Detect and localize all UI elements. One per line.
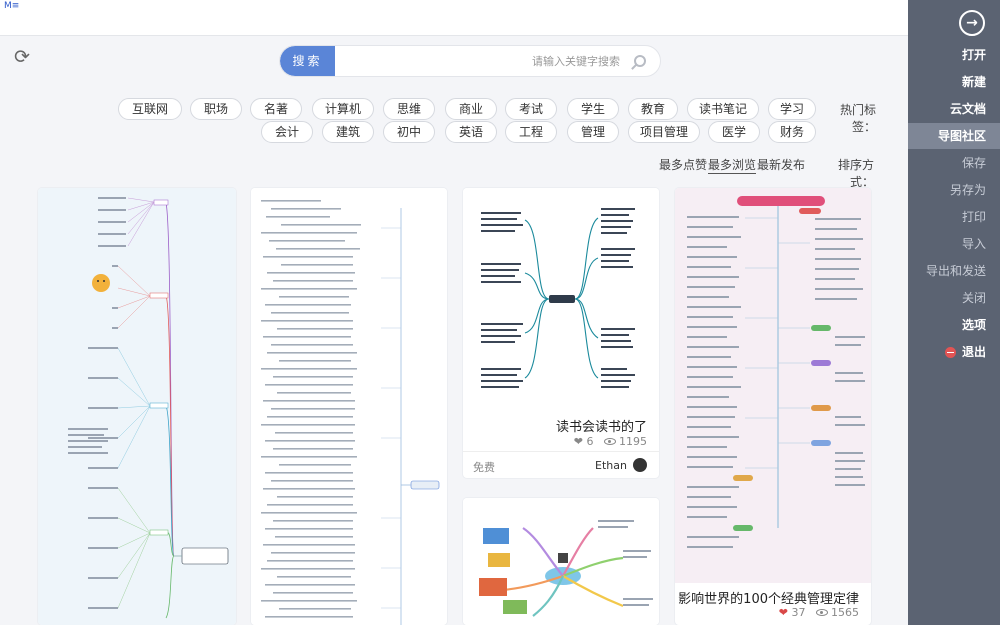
mindmap-thumbnail — [251, 188, 447, 625]
tag-management[interactable]: 管理 — [567, 121, 619, 143]
tag-education[interactable]: 教育 — [628, 98, 678, 120]
map-card[interactable] — [38, 188, 236, 625]
tag-finance[interactable]: 财务 — [768, 121, 816, 143]
sidebar: → 打开 新建 云文档 导图社区 保存 另存为 打印 导入 导出和发送 关闭 选… — [908, 0, 1000, 625]
sort-newest[interactable]: 最新发布 — [757, 156, 805, 173]
mindmap-thumbnail — [463, 498, 659, 625]
eye-icon — [815, 609, 828, 616]
search-button[interactable]: 搜索 — [280, 46, 335, 76]
sidebar-item-print[interactable]: 打印 — [962, 206, 986, 228]
heart-icon[interactable]: ❤ — [779, 606, 788, 619]
tag-medicine[interactable]: 医学 — [708, 121, 760, 143]
eye-icon — [603, 438, 616, 445]
tag-exam[interactable]: 考试 — [505, 98, 557, 120]
mindmap-thumbnail — [675, 188, 871, 583]
sidebar-item-save-as[interactable]: 另存为 — [950, 179, 986, 201]
likes-count: ❤ 6 — [573, 435, 594, 448]
hot-tags-label: 热门标签： — [839, 103, 876, 134]
card-title[interactable]: 读书会读书的了 — [556, 416, 647, 435]
search-bar: 搜索 — [279, 45, 661, 77]
tag-classics[interactable]: 名著 — [250, 98, 302, 120]
refresh-icon[interactable]: ⟳ — [14, 46, 30, 68]
price-label: 免费 — [473, 461, 495, 474]
search-icon — [634, 55, 646, 67]
avatar — [633, 458, 647, 472]
likes-count: ❤ 37 — [778, 606, 806, 619]
map-card[interactable] — [463, 498, 659, 625]
sidebar-item-import[interactable]: 导入 — [962, 233, 986, 255]
sidebar-item-export-send[interactable]: 导出和发送 — [926, 260, 986, 282]
title-bar: M≡ — [0, 0, 908, 36]
tag-reading-notes[interactable]: 读书笔记 — [687, 98, 759, 120]
tag-engineering[interactable]: 工程 — [505, 121, 557, 143]
sort-most-liked[interactable]: 最多点赞 — [659, 156, 707, 173]
card-stats: ❤ 37 1565 — [779, 606, 859, 619]
card-author[interactable]: Ethan — [595, 458, 647, 472]
sidebar-item-options[interactable]: 选项 — [962, 314, 986, 336]
tag-study[interactable]: 学习 — [768, 98, 816, 120]
tag-workplace[interactable]: 职场 — [190, 98, 242, 120]
exit-icon — [944, 346, 956, 358]
sidebar-item-cloud-docs[interactable]: 云文档 — [950, 98, 986, 120]
map-card[interactable]: 影响世界的100个经典管理定律 ❤ 37 1565 — [675, 188, 871, 625]
map-card[interactable] — [251, 188, 447, 625]
views-count: 1565 — [815, 606, 859, 619]
sidebar-item-exit[interactable]: 退出 — [944, 341, 986, 363]
sort-most-viewed[interactable]: 最多浏览 — [708, 156, 757, 174]
card-divider — [463, 451, 659, 452]
sort-label: 排序方式： — [837, 158, 874, 189]
back-arrow-icon[interactable]: → — [959, 10, 985, 36]
card-stats: ❤ 6 1195 — [574, 435, 647, 448]
author-name: Ethan — [595, 458, 627, 472]
tag-thinking[interactable]: 思维 — [383, 98, 435, 120]
sidebar-item-community[interactable]: 导图社区 — [938, 125, 986, 147]
search-input[interactable] — [340, 50, 620, 72]
sidebar-item-new[interactable]: 新建 — [962, 71, 986, 93]
sidebar-item-close[interactable]: 关闭 — [962, 287, 986, 309]
mindmap-thumbnail — [463, 188, 659, 410]
tag-business[interactable]: 商业 — [445, 98, 497, 120]
tag-accounting[interactable]: 会计 — [261, 121, 313, 143]
views-count: 1195 — [603, 435, 647, 448]
tag-english[interactable]: 英语 — [445, 121, 497, 143]
tag-junior-high[interactable]: 初中 — [383, 121, 435, 143]
card-title[interactable]: 影响世界的100个经典管理定律 — [678, 588, 859, 607]
sidebar-item-save[interactable]: 保存 — [962, 152, 986, 174]
map-card[interactable]: 读书会读书的了 ❤ 6 1195 Ethan 免费 — [463, 188, 659, 478]
mindmap-thumbnail — [38, 188, 236, 625]
tag-student[interactable]: 学生 — [567, 98, 619, 120]
app-menu-icon[interactable]: M≡ — [4, 1, 19, 11]
tag-project-management[interactable]: 项目管理 — [628, 121, 700, 143]
tag-architecture[interactable]: 建筑 — [322, 121, 374, 143]
tag-computer[interactable]: 计算机 — [312, 98, 374, 120]
sidebar-item-open[interactable]: 打开 — [962, 44, 986, 66]
tag-internet[interactable]: 互联网 — [118, 98, 182, 120]
heart-icon[interactable]: ❤ — [574, 435, 583, 448]
